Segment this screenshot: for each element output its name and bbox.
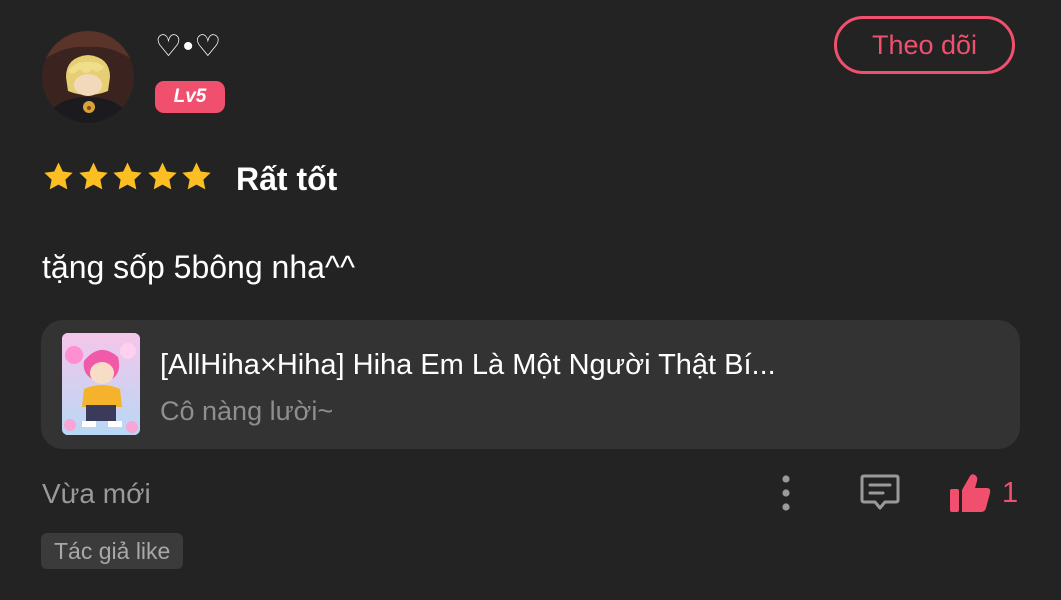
book-card[interactable]: [AllHiha×Hiha] Hiha Em Là Một Người Thật… bbox=[41, 320, 1020, 449]
book-author: Cô nàng lười~ bbox=[160, 396, 334, 426]
book-cover-image bbox=[62, 333, 140, 435]
like-count: 1 bbox=[1002, 477, 1019, 509]
comment-text: tặng sốp 5bông nha^^ bbox=[42, 249, 355, 285]
star-icon bbox=[182, 162, 211, 190]
star-icon bbox=[44, 162, 73, 190]
rating-label: Rất tốt bbox=[236, 161, 338, 197]
follow-button[interactable]: Theo dõi bbox=[834, 16, 1015, 74]
more-options-button[interactable] bbox=[772, 472, 800, 514]
star-icon bbox=[113, 162, 142, 190]
level-badge: Lv5 bbox=[155, 81, 225, 113]
avatar[interactable] bbox=[42, 31, 134, 123]
author-like-badge: Tác giả like bbox=[41, 533, 184, 569]
thumbs-up-icon bbox=[950, 474, 991, 512]
star-icon bbox=[147, 162, 177, 190]
book-cover bbox=[62, 333, 140, 435]
username[interactable]: ♡•♡ bbox=[155, 28, 222, 66]
more-vertical-icon bbox=[782, 475, 790, 511]
star-icon bbox=[78, 162, 108, 190]
avatar-image bbox=[42, 31, 134, 123]
like-button[interactable]: 1 bbox=[948, 470, 1028, 516]
rating-stars bbox=[42, 160, 215, 198]
reply-button[interactable] bbox=[858, 470, 902, 514]
review-item: ♡•♡ Lv5 Theo dõi Rất tốt tặng sốp 5bông … bbox=[0, 0, 1061, 600]
book-title: [AllHiha×Hiha] Hiha Em Là Một Người Thật… bbox=[160, 349, 776, 381]
comment-icon bbox=[860, 474, 900, 510]
timestamp: Vừa mới bbox=[42, 478, 151, 509]
